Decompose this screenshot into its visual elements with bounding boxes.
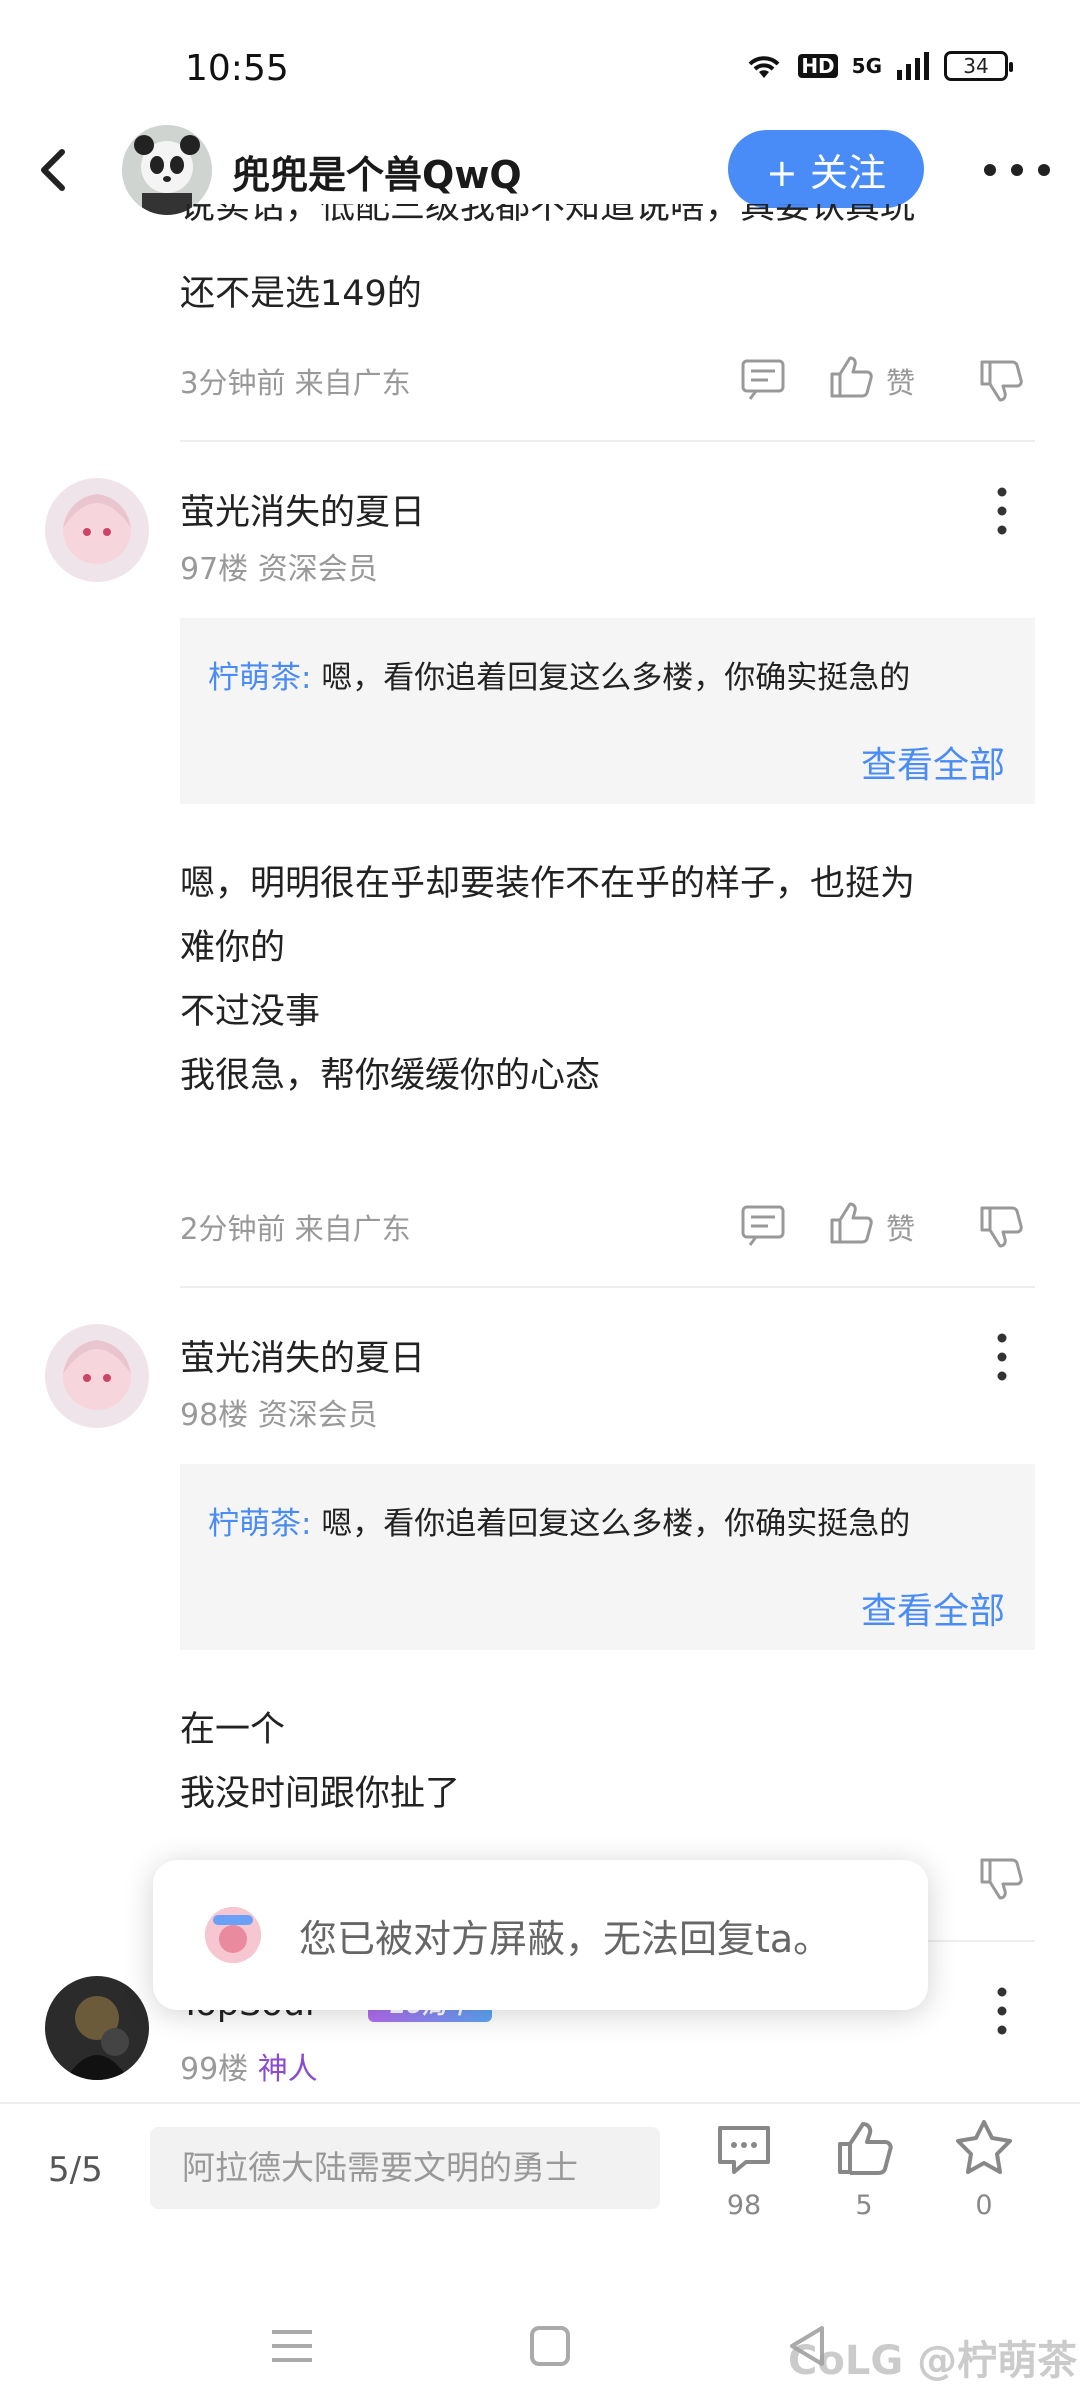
comments-icon[interactable] [714, 2120, 774, 2180]
floor-number: 97楼 [180, 552, 249, 587]
user-avatar[interactable] [45, 1976, 149, 2080]
hd-icon: HD [798, 54, 838, 78]
quote-text: 柠萌茶: 嗯，看你追着回复这么多楼，你确实挺急的 [208, 652, 910, 697]
post-content-line: 嗯，明明很在乎却要装作不在乎的样子，也挺为 [180, 864, 916, 904]
quote-author[interactable]: 柠萌茶: [208, 660, 311, 696]
home-nav-icon[interactable] [524, 2320, 576, 2372]
battery-icon: 34 [944, 51, 1013, 81]
post-menu-icon[interactable] [992, 486, 1012, 536]
quote-content: 嗯，看你追着回复这么多楼，你确实挺急的 [321, 1506, 911, 1542]
header-avatar[interactable] [122, 125, 212, 215]
quote-text: 柠萌茶: 嗯，看你追着回复这么多楼，你确实挺急的 [208, 1498, 910, 1543]
user-floor: 97楼 资深会员 [180, 544, 378, 588]
quote-box[interactable]: 柠萌茶: 嗯，看你追着回复这么多楼，你确实挺急的 查看全部 [180, 618, 1035, 804]
watermark: CoLG @柠萌茶 [788, 2338, 1078, 2384]
favorites-count: 0 [975, 2190, 993, 2221]
post-menu-icon[interactable] [992, 1986, 1012, 2036]
anime-girl-avatar-icon [45, 1324, 149, 1428]
post-content-line: 难你的 [180, 928, 286, 968]
post-content-line: 在一个 [180, 1710, 286, 1750]
floor-number: 98楼 [180, 1398, 249, 1433]
post-content-line: 不过没事 [180, 992, 321, 1032]
reply-icon[interactable] [740, 1202, 786, 1248]
dislike-icon[interactable] [978, 1204, 1024, 1250]
view-all-link[interactable]: 查看全部 [861, 1582, 1005, 1634]
user-name[interactable]: 萤光消失的夏日 [180, 1330, 425, 1381]
like-icon[interactable] [828, 354, 874, 400]
user-rank: 神人 [257, 2052, 318, 2087]
user-floor: 98楼 资深会员 [180, 1390, 378, 1434]
blocked-toast: 您已被对方屏蔽，无法回复ta。 [153, 1860, 928, 2010]
status-icons: HD 5G 34 [744, 50, 1013, 82]
anime-girl-avatar-icon [45, 478, 149, 582]
quote-content: 嗯，看你追着回复这么多楼，你确实挺急的 [321, 660, 911, 696]
likes-count: 5 [855, 2190, 873, 2221]
post-content-line: 我没时间跟你扯了 [180, 1774, 461, 1814]
signal-icon [897, 52, 929, 80]
follow-button[interactable]: + 关注 [728, 130, 924, 208]
reply-icon[interactable] [740, 356, 786, 402]
divider [180, 1286, 1035, 1288]
user-avatar[interactable] [45, 1324, 149, 1428]
back-arrow-icon[interactable] [30, 138, 78, 202]
post-menu-icon[interactable] [992, 1332, 1012, 1382]
user-avatar[interactable] [45, 478, 149, 582]
status-time: 10:55 [185, 48, 289, 89]
menu-nav-icon[interactable] [266, 2320, 318, 2372]
divider [180, 440, 1035, 442]
favorite-star-icon[interactable] [954, 2118, 1014, 2178]
dislike-icon[interactable] [978, 358, 1024, 404]
user-floor: 99楼 神人 [180, 2044, 318, 2088]
page-title: 兜兜是个兽QwQ [232, 153, 522, 197]
user-rank: 资深会员 [257, 1398, 378, 1433]
floor-number: 99楼 [180, 2052, 249, 2087]
wifi-icon [748, 56, 780, 78]
dislike-icon[interactable] [978, 1856, 1024, 1902]
like-label[interactable]: 赞 [886, 1206, 915, 1248]
page-counter[interactable]: 5/5 [48, 2150, 103, 2190]
quote-author[interactable]: 柠萌茶: [208, 1506, 311, 1542]
like-label[interactable]: 赞 [886, 360, 915, 402]
post-content-line: 说实话，低配三级我都不知道说啥，真要认真玩 [180, 204, 916, 227]
post-meta: 3分钟前 来自广东 [180, 366, 411, 400]
post-meta: 2分钟前 来自广东 [180, 1212, 411, 1246]
like-icon[interactable] [834, 2118, 894, 2178]
post-content-line: 我很急，帮你缓缓你的心态 [180, 1056, 601, 1096]
like-icon[interactable] [828, 1200, 874, 1246]
view-all-link[interactable]: 查看全部 [861, 736, 1005, 788]
comment-input[interactable]: 阿拉德大陆需要文明的勇士 [150, 2127, 660, 2209]
user-name[interactable]: 萤光消失的夏日 [180, 484, 425, 535]
dark-character-avatar-icon [45, 1976, 149, 2080]
more-options-icon[interactable] [980, 155, 1054, 185]
user-rank: 资深会员 [257, 552, 378, 587]
toast-text: 您已被对方屏蔽，无法回复ta。 [299, 1916, 832, 1961]
comments-count: 98 [726, 2190, 762, 2221]
network-label: 5G [851, 54, 882, 78]
panda-avatar-icon [122, 125, 212, 215]
colg-logo-icon [205, 1907, 261, 1963]
post-content-line: 还不是选149的 [180, 274, 422, 314]
quote-box[interactable]: 柠萌茶: 嗯，看你追着回复这么多楼，你确实挺急的 查看全部 [180, 1464, 1035, 1650]
